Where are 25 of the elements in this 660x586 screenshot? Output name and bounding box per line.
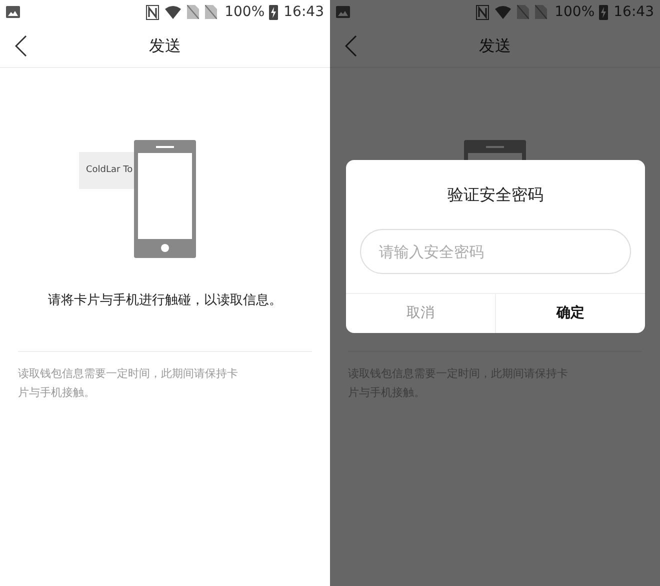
battery-percent: 100%	[554, 2, 595, 22]
instruction-text: 请将卡片与手机进行触碰，以读取信息。	[47, 292, 283, 310]
clock: 16:43	[284, 2, 324, 22]
battery-charging-icon	[598, 4, 608, 20]
confirm-button[interactable]: 确定	[496, 294, 645, 333]
card-drawing: ColdLar To	[79, 152, 135, 189]
nfc-icon	[476, 4, 489, 20]
back-icon[interactable]	[15, 34, 27, 56]
sim-icon	[516, 5, 529, 19]
password-field[interactable]: 请输入安全密码	[360, 229, 631, 274]
dialog-title: 验证安全密码	[446, 184, 544, 206]
clock: 16:43	[614, 2, 654, 22]
nfc-icon	[146, 4, 159, 20]
image-icon	[336, 6, 350, 18]
wifi-icon	[164, 6, 181, 18]
note-text: 读取钱包信息需要一定时间，此期间请保持卡片与手机接触。	[18, 366, 239, 401]
page-title: 发送	[479, 34, 511, 56]
sim-icon	[204, 5, 217, 19]
battery-percent: 100%	[224, 2, 265, 22]
page-title: 发送	[149, 34, 181, 56]
sim-icon	[534, 5, 547, 19]
wifi-icon	[494, 6, 511, 18]
image-icon	[6, 6, 20, 18]
battery-charging-icon	[268, 4, 278, 20]
sim-icon	[186, 5, 199, 19]
